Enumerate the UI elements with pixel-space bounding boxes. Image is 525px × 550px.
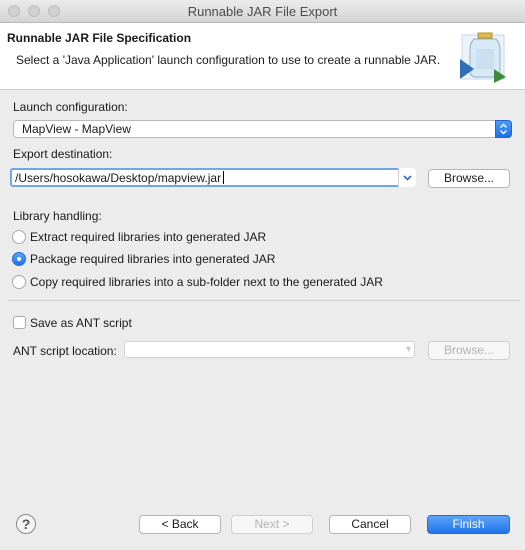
copy-libraries-radio[interactable] [12,275,26,289]
back-button[interactable]: < Back [139,515,221,534]
extract-libraries-label[interactable]: Extract required libraries into generate… [30,230,266,244]
export-destination-value: /Users/hosokawa/Desktop/mapview.jar [15,171,222,185]
launch-config-value: MapView - MapView [22,122,131,136]
export-destination-field[interactable]: /Users/hosokawa/Desktop/mapview.jar [10,168,416,187]
chevron-down-icon: ▾ [405,344,411,355]
wizard-header: Runnable JAR File Specification Select a… [0,23,525,90]
ant-script-location-field[interactable]: ▾ [124,341,415,358]
ant-browse-button[interactable]: Browse... [428,341,510,360]
export-destination-label: Export destination: [13,147,113,161]
page-description: Select a 'Java Application' launch confi… [16,53,441,67]
section-divider [8,300,520,301]
extract-libraries-radio[interactable] [12,230,26,244]
chevron-down-icon [403,175,412,181]
launch-config-select[interactable]: MapView - MapView [13,120,512,138]
save-ant-script-label[interactable]: Save as ANT script [30,316,132,330]
jar-export-wizard-icon [460,32,506,83]
package-libraries-radio[interactable] [12,252,26,266]
select-stepper-icon [495,120,512,138]
window-title: Runnable JAR File Export [187,4,338,19]
library-handling-label: Library handling: [13,209,102,223]
page-title: Runnable JAR File Specification [7,31,192,45]
launch-config-label: Launch configuration: [13,100,128,114]
title-bar: Runnable JAR File Export [0,0,525,23]
cancel-button[interactable]: Cancel [329,515,411,534]
help-icon[interactable]: ? [16,514,36,534]
save-ant-script-checkbox[interactable] [13,316,26,329]
export-destination-dropdown-button[interactable] [398,168,416,187]
finish-button[interactable]: Finish [427,515,510,534]
export-dialog: Runnable JAR File Export Runnable JAR Fi… [0,0,525,550]
next-button[interactable]: Next > [231,515,313,534]
export-browse-button[interactable]: Browse... [428,169,510,188]
copy-libraries-label[interactable]: Copy required libraries into a sub-folde… [30,275,383,289]
ant-script-location-label: ANT script location: [13,344,117,358]
package-libraries-label[interactable]: Package required libraries into generate… [30,252,275,266]
text-cursor [223,171,224,184]
